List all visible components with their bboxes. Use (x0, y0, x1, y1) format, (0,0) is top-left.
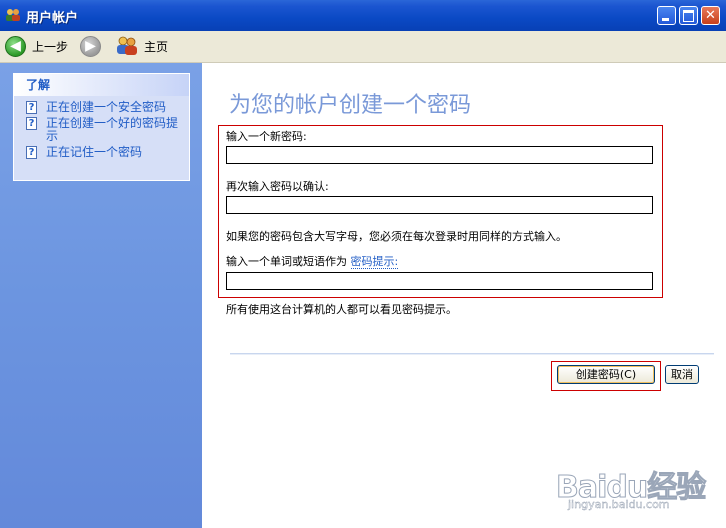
forward-button[interactable]: ▶ (80, 35, 101, 57)
user-accounts-icon (6, 9, 20, 21)
learn-about-heading: 了解 (14, 74, 189, 96)
help-icon: ? (26, 101, 37, 114)
users-home-icon (117, 36, 137, 55)
title-bar: 用户帐户 ✕ (0, 0, 726, 32)
close-button[interactable]: ✕ (701, 6, 720, 25)
forward-arrow-icon: ▶ (80, 35, 101, 57)
password-hint-field[interactable] (226, 272, 653, 290)
minimize-icon (662, 18, 669, 21)
confirm-password-field[interactable] (226, 196, 653, 214)
confirm-password-label: 再次输入密码以确认: (226, 180, 329, 193)
task-pane: 了解 ? 正在创建一个安全密码 ? 正在创建一个好的密码提示 ? 正在记住一个密… (0, 63, 202, 528)
sidebar-item-good-hint[interactable]: ? 正在创建一个好的密码提示 (14, 117, 189, 143)
maximize-button[interactable] (679, 6, 698, 25)
divider-highlight (230, 354, 714, 355)
page-title: 为您的帐户创建一个密码 (229, 93, 472, 118)
sidebar-item-label: 正在记住一个密码 (46, 145, 143, 159)
password-hint-label: 输入一个单词或短语作为 密码提示: (226, 253, 399, 269)
back-arrow-icon: ◀ (5, 35, 26, 57)
baidu-watermark: Baidu经验 jingyan.baidu.com (555, 462, 706, 520)
hint-visibility-note: 所有使用这台计算机的人都可以看见密码提示。 (226, 303, 457, 316)
case-sensitivity-note: 如果您的密码包含大写字母，您必须在每次登录时用同样的方式输入。 (226, 230, 567, 243)
help-icon: ? (26, 146, 37, 159)
create-password-button[interactable]: 创建密码(C) (557, 365, 655, 384)
maximize-icon (683, 10, 694, 22)
sidebar-item-label: 正在创建一个安全密码 (46, 100, 167, 114)
sidebar-item-label: 正在创建一个好的密码提示 (46, 116, 179, 143)
cancel-button[interactable]: 取消 (665, 365, 699, 384)
window-title: 用户帐户 (26, 11, 79, 26)
new-password-field[interactable] (226, 146, 653, 164)
minimize-button[interactable] (657, 6, 676, 25)
help-icon: ? (26, 117, 37, 130)
new-password-label: 输入一个新密码: (226, 130, 307, 143)
navigation-toolbar: ◀ 上一步 ▶ 主页 (0, 31, 726, 63)
home-button[interactable]: 主页 (116, 35, 168, 57)
hint-prefix: 输入一个单词或短语作为 (226, 255, 347, 268)
watermark-url: jingyan.baidu.com (568, 498, 670, 511)
sidebar-item-secure-password[interactable]: ? 正在创建一个安全密码 (14, 101, 189, 114)
back-label: 上一步 (32, 39, 69, 54)
close-icon: ✕ (705, 8, 716, 23)
back-button[interactable]: ◀ 上一步 (5, 35, 68, 57)
learn-about-box: 了解 ? 正在创建一个安全密码 ? 正在创建一个好的密码提示 ? 正在记住一个密… (13, 73, 190, 181)
sidebar-item-remember-password[interactable]: ? 正在记住一个密码 (14, 146, 189, 159)
password-hint-link[interactable]: 密码提示: (350, 255, 399, 269)
home-label: 主页 (144, 39, 169, 54)
